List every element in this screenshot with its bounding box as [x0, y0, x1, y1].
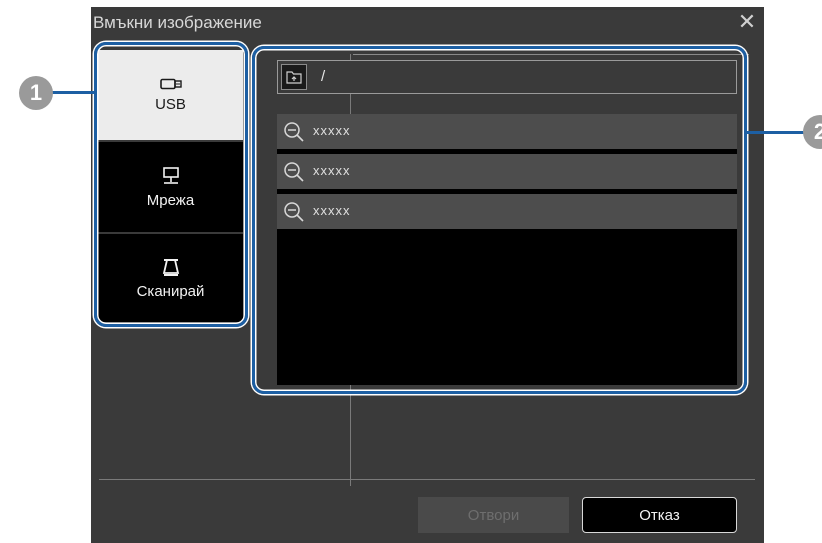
dialog-title: Вмъкни изображение [93, 13, 262, 32]
footer-divider [99, 479, 755, 480]
callout-marker-2: 2 [803, 115, 822, 149]
cancel-button[interactable]: Отказ [582, 497, 737, 533]
close-icon[interactable]: ✕ [736, 11, 758, 33]
callout-highlight-sources [94, 42, 248, 327]
callout-highlight-files [252, 46, 747, 394]
callout-marker-1: 1 [19, 76, 53, 110]
open-button[interactable]: Отвори [418, 497, 569, 533]
callout-leader-line [46, 91, 96, 94]
